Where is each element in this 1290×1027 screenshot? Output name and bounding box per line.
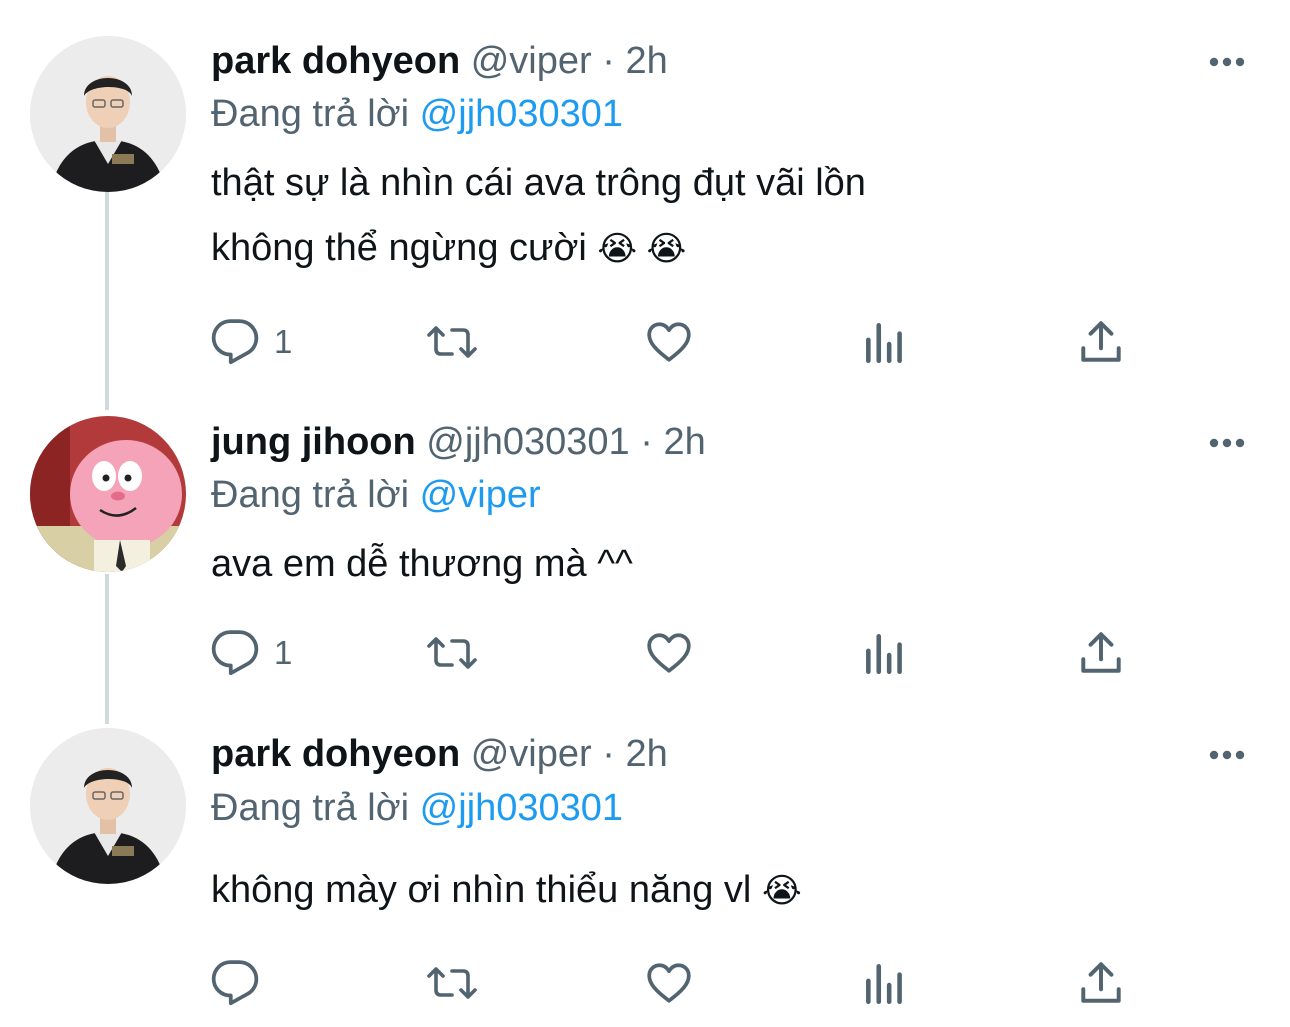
tweet[interactable]: park dohyeon @viper · 2h Đang trả lời @j… [0, 724, 1290, 1027]
player-photo-avatar [30, 728, 186, 884]
replying-to: Đang trả lời @jjh030301 [211, 91, 623, 137]
display-name[interactable]: jung jihoon [211, 421, 416, 463]
share-upload-icon [1081, 632, 1121, 673]
retweet-icon [427, 967, 477, 999]
views-button[interactable] [860, 317, 910, 367]
tweet-text-line: ava em dễ thương mà ^^ [211, 543, 633, 585]
mention-link[interactable]: @jjh030301 [420, 93, 623, 135]
separator-dot: · [629, 421, 664, 463]
tweet-actions: 1 [210, 628, 1140, 678]
more-horizontal-icon [1209, 438, 1245, 448]
tweet[interactable]: park dohyeon @viper · 2h Đang trả lời @j… [0, 0, 1290, 410]
reply-bubble-icon [211, 960, 259, 1006]
tweet-text: không thể ngừng cười [211, 227, 587, 269]
separator-dot: · [591, 40, 626, 82]
views-button[interactable] [860, 628, 910, 678]
replying-to-label: Đang trả lời [211, 474, 420, 516]
replying-to: Đang trả lời @jjh030301 [211, 785, 623, 831]
timestamp[interactable]: 2h [625, 40, 667, 82]
analytics-bars-icon [866, 323, 902, 364]
more-horizontal-icon [1209, 750, 1245, 760]
user-handle[interactable]: @viper [471, 40, 592, 82]
display-name[interactable]: park dohyeon [211, 40, 460, 82]
share-upload-icon [1081, 321, 1121, 362]
reply-bubble-icon [211, 319, 259, 365]
tweet-header: jung jihoon @jjh030301 · 2h [211, 419, 706, 465]
avatar[interactable] [30, 416, 186, 572]
cartoon-cat-avatar [30, 416, 186, 572]
tweet-text-line: thật sự là nhìn cái ava trông đụt vãi lồ… [211, 162, 866, 204]
analytics-bars-icon [866, 634, 902, 675]
player-photo-avatar [30, 36, 186, 192]
mention-link[interactable]: @jjh030301 [420, 787, 623, 829]
separator-dot: · [591, 733, 626, 775]
more-options-button[interactable] [1207, 55, 1247, 69]
more-horizontal-icon [1209, 57, 1245, 67]
display-name[interactable]: park dohyeon [211, 733, 460, 775]
reply-button[interactable]: 1 [210, 317, 292, 367]
replying-to: Đang trả lời @viper [211, 472, 541, 518]
crying-emoji: 😭 😭 [597, 230, 687, 268]
user-handle[interactable]: @viper [471, 733, 592, 775]
reply-bubble-icon [211, 630, 259, 676]
share-upload-icon [1081, 962, 1121, 1003]
heart-icon [647, 633, 691, 673]
tweet[interactable]: jung jihoon @jjh030301 · 2h Đang trả lời… [0, 410, 1290, 724]
tweet-text-line: không thể ngừng cười 😭 😭 [211, 225, 686, 272]
avatar[interactable] [30, 36, 186, 192]
retweet-button[interactable] [426, 317, 478, 367]
like-button[interactable] [644, 958, 694, 1008]
tweet-actions [210, 958, 1140, 1008]
retweet-icon [427, 637, 477, 669]
more-options-button[interactable] [1207, 748, 1247, 762]
retweet-button[interactable] [426, 628, 478, 678]
replying-to-label: Đang trả lời [211, 787, 420, 829]
avatar[interactable] [30, 728, 186, 884]
timestamp[interactable]: 2h [625, 733, 667, 775]
retweet-icon [427, 326, 477, 358]
share-button[interactable] [1076, 958, 1126, 1008]
replying-to-label: Đang trả lời [211, 93, 420, 135]
user-handle[interactable]: @jjh030301 [426, 421, 629, 463]
heart-icon [647, 963, 691, 1003]
retweet-button[interactable] [426, 958, 478, 1008]
like-button[interactable] [644, 317, 694, 367]
mention-link[interactable]: @viper [420, 474, 541, 516]
reply-count: 1 [274, 634, 293, 671]
tweet-text: không mày ơi nhìn thiểu năng vl [211, 869, 752, 911]
reply-button[interactable]: 1 [210, 628, 292, 678]
like-button[interactable] [644, 628, 694, 678]
share-button[interactable] [1076, 317, 1126, 367]
analytics-bars-icon [866, 964, 902, 1005]
timestamp[interactable]: 2h [663, 421, 705, 463]
reply-button[interactable] [210, 958, 274, 1008]
heart-icon [647, 322, 691, 362]
tweet-text-line: không mày ơi nhìn thiểu năng vl 😭 [211, 867, 802, 914]
views-button[interactable] [860, 958, 910, 1008]
share-button[interactable] [1076, 628, 1126, 678]
crying-emoji: 😭 [761, 872, 802, 910]
tweet-header: park dohyeon @viper · 2h [211, 731, 668, 777]
more-options-button[interactable] [1207, 436, 1247, 450]
reply-count: 1 [274, 323, 293, 360]
tweet-header: park dohyeon @viper · 2h [211, 38, 668, 84]
tweet-actions: 1 [210, 317, 1140, 367]
